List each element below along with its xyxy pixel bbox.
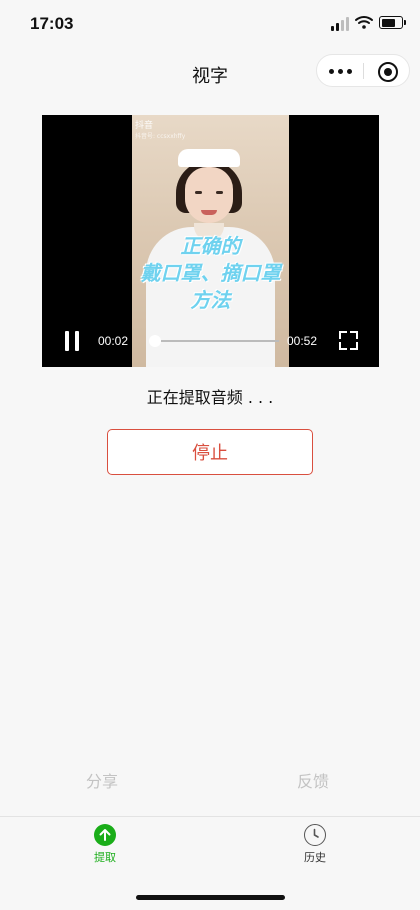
video-controls: 00:02 00:52	[42, 328, 379, 364]
video-player[interactable]: 抖音 抖音号: ccsxxhffy 正确的 戴口罩、摘口罩 方法 00:02 0…	[42, 115, 379, 367]
pause-icon[interactable]	[65, 331, 79, 351]
video-figure-eye	[195, 191, 202, 194]
wifi-icon	[355, 16, 373, 29]
video-figure-cap	[178, 149, 240, 167]
fullscreen-icon[interactable]	[339, 331, 358, 350]
signal-icon	[331, 17, 349, 31]
tiktok-account: 抖音号: ccsxxhffy	[135, 133, 186, 140]
battery-icon	[379, 16, 406, 29]
more-icon[interactable]	[329, 63, 353, 79]
video-figure-mouth	[201, 210, 217, 215]
video-figure-eye	[216, 191, 223, 194]
tab-extract-label: 提取	[94, 851, 116, 864]
status-bar: 17:03	[0, 0, 420, 50]
share-button[interactable]: 分享	[86, 768, 118, 792]
capsule-divider	[363, 63, 364, 79]
tab-history-label: 历史	[304, 851, 326, 864]
total-time: 00:52	[287, 334, 318, 348]
upload-arrow-icon	[94, 824, 116, 846]
video-caption-line: 正确的	[180, 234, 241, 258]
tiktok-logo-text: 抖音	[135, 121, 154, 131]
extract-status-text: 正在提取音频 . . .	[146, 388, 274, 407]
feedback-button[interactable]: 反馈	[297, 768, 329, 792]
tab-history[interactable]: 历史	[285, 824, 345, 865]
tiktok-watermark: 抖音 抖音号: ccsxxhffy	[135, 118, 185, 140]
video-caption-line: 戴口罩、摘口罩	[140, 261, 281, 285]
home-indicator	[136, 895, 285, 900]
close-miniprogram-icon[interactable]	[378, 62, 398, 82]
status-time: 17:03	[30, 14, 74, 33]
progress-thumb[interactable]	[149, 335, 162, 347]
tab-extract[interactable]: 提取	[75, 824, 135, 865]
stop-button[interactable]: 停止	[107, 429, 313, 475]
current-time: 00:02	[98, 334, 129, 348]
miniprogram-capsule	[316, 54, 410, 87]
clock-icon	[304, 824, 326, 846]
video-caption-line: 方法	[190, 288, 231, 312]
progress-track[interactable]	[150, 340, 279, 342]
